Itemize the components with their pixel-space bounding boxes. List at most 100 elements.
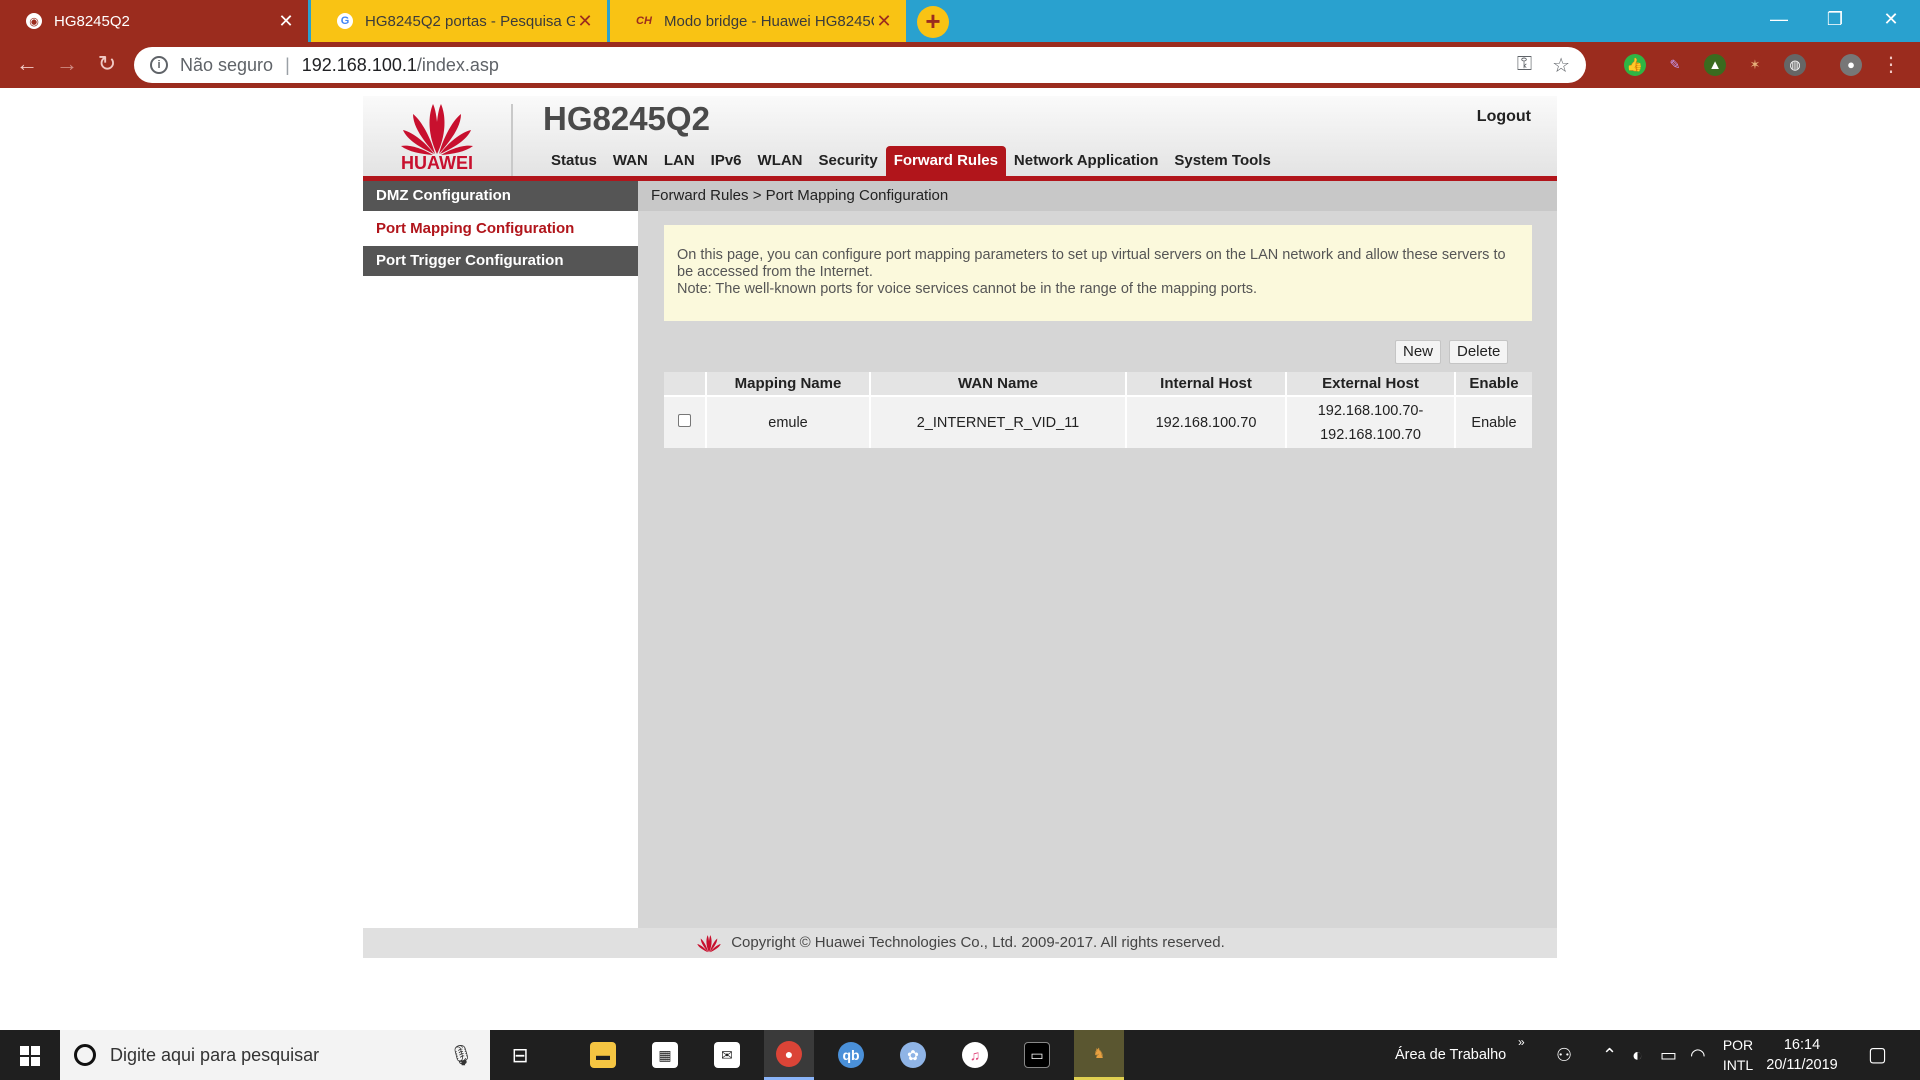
url-host: 192.168.100.1 — [301, 54, 417, 75]
tab-title: Modo bridge - Huawei HG8245Q — [664, 12, 874, 30]
language-code: POR — [1722, 1037, 1754, 1053]
cell-enable: Enable — [1455, 395, 1532, 448]
menu-security[interactable]: Security — [811, 146, 886, 176]
google-icon: G — [337, 13, 353, 29]
new-tab-button[interactable]: + — [917, 6, 949, 38]
info-icon[interactable]: i — [150, 56, 168, 74]
address-bar[interactable]: i Não seguro | 192.168.100.1 /index.asp … — [134, 47, 1586, 83]
restore-icon[interactable]: ❐ — [1806, 0, 1864, 42]
menu-forward-rules[interactable]: Forward Rules — [885, 146, 1006, 176]
menu-lan[interactable]: LAN — [656, 146, 703, 176]
star-icon[interactable]: ☆ — [1552, 53, 1570, 78]
taskbar: Digite aqui para pesquisar 🎙 ⊟ ▬ ▦ ✉ ● q… — [0, 1030, 1920, 1080]
toolbar-expand-icon[interactable]: » — [1518, 1030, 1525, 1080]
column-header-wan-name: WAN Name — [870, 372, 1127, 396]
store-icon[interactable]: ▦ — [640, 1030, 690, 1080]
clock[interactable]: 16:14 20/11/2019 — [1762, 1035, 1842, 1075]
extension-thumb-icon[interactable]: 👍 — [1624, 54, 1646, 76]
column-header-select — [664, 372, 707, 396]
sidebar-item-port-mapping[interactable]: Port Mapping Configuration — [363, 214, 638, 244]
tab-modo-bridge[interactable]: CH Modo bridge - Huawei HG8245Q ✕ — [610, 0, 906, 42]
taskbar-search[interactable]: Digite aqui para pesquisar 🎙 — [60, 1030, 490, 1080]
extension-pen-icon[interactable]: ✎ — [1664, 54, 1686, 76]
sidebar-item-port-trigger[interactable]: Port Trigger Configuration — [363, 246, 638, 276]
steam-icon[interactable]: ◐ — [1632, 1030, 1643, 1080]
notification-icon[interactable]: ▢ — [1868, 1030, 1887, 1080]
main-menu: Status WAN LAN IPv6 WLAN Security Forwar… — [543, 146, 1279, 176]
search-placeholder: Digite aqui para pesquisar — [110, 1044, 320, 1065]
itunes-icon[interactable]: ♫ — [950, 1030, 1000, 1080]
delete-button[interactable]: Delete — [1449, 340, 1509, 364]
desktop-toolbar-label[interactable]: Área de Trabalho — [1395, 1030, 1506, 1080]
extension-globe-icon[interactable]: ◍ — [1784, 54, 1806, 76]
key-icon[interactable]: ⚿ — [1517, 53, 1532, 78]
microphone-icon[interactable]: 🎙 — [449, 1043, 474, 1068]
menu-wan[interactable]: WAN — [605, 146, 656, 176]
table-header-row: Mapping Name WAN Name Internal Host Exte… — [664, 372, 1532, 396]
tab-google-search[interactable]: G HG8245Q2 portas - Pesquisa Goo ✕ — [311, 0, 607, 42]
external-host-start: 192.168.100.70- — [1317, 402, 1424, 419]
menu-ipv6[interactable]: IPv6 — [703, 146, 750, 176]
file-explorer-icon[interactable]: ▬ — [578, 1030, 628, 1080]
start-button[interactable] — [0, 1030, 60, 1080]
back-icon[interactable]: ← — [12, 50, 42, 80]
menu-network-application[interactable]: Network Application — [1006, 146, 1166, 176]
security-label: Não seguro — [180, 54, 274, 75]
main-content: On this page, you can configure port map… — [638, 211, 1557, 928]
profile-avatar[interactable]: ● — [1840, 54, 1862, 76]
close-icon[interactable]: ✕ — [575, 11, 595, 32]
copyright-text: Copyright © Huawei Technologies Co., Ltd… — [731, 934, 1225, 951]
tab-title: HG8245Q2 portas - Pesquisa Goo — [365, 12, 575, 30]
battery-icon[interactable]: ▭ — [1660, 1030, 1677, 1080]
task-view-icon[interactable]: ⊟ — [495, 1030, 545, 1080]
breadcrumb: Forward Rules > Port Mapping Configurati… — [638, 181, 1557, 211]
router-header: HUAWEI HG8245Q2 Logout Status WAN LAN IP… — [363, 96, 1557, 176]
row-checkbox[interactable] — [678, 413, 691, 427]
reload-icon[interactable]: ↻ — [92, 50, 122, 80]
divider: | — [285, 54, 290, 75]
menu-wlan[interactable]: WLAN — [750, 146, 811, 176]
port-mapping-table: Mapping Name WAN Name Internal Host Exte… — [664, 372, 1532, 448]
notice-note: Note: The well-known ports for voice ser… — [677, 281, 1258, 297]
column-header-enable: Enable — [1455, 372, 1532, 396]
minimize-icon[interactable]: — — [1750, 0, 1808, 42]
close-icon[interactable]: ✕ — [874, 11, 894, 32]
emule-icon[interactable]: ♞ — [1074, 1030, 1124, 1080]
extension-puzzle-icon[interactable]: ✶ — [1744, 54, 1766, 76]
clock-time: 16:14 — [1783, 1037, 1821, 1053]
extension-hat-icon[interactable]: ▲ — [1704, 54, 1726, 76]
cell-mapping-name: emule — [706, 395, 871, 448]
clock-date: 20/11/2019 — [1766, 1057, 1838, 1073]
qbittorrent-icon[interactable]: qb — [826, 1030, 876, 1080]
column-header-mapping-name: Mapping Name — [706, 372, 871, 396]
keyboard-layout: INTL — [1722, 1057, 1754, 1073]
sidebar-item-dmz[interactable]: DMZ Configuration — [363, 181, 638, 211]
close-icon[interactable]: ✕ — [276, 11, 296, 32]
browser-toolbar: ← → ↻ i Não seguro | 192.168.100.1 /inde… — [0, 42, 1920, 88]
mail-icon[interactable]: ✉ — [702, 1030, 752, 1080]
tab-hg8245q2[interactable]: ◉ HG8245Q2 ✕ — [0, 0, 308, 42]
people-icon[interactable]: ⚇ — [1556, 1030, 1572, 1080]
paint-icon[interactable]: ✿ — [888, 1030, 938, 1080]
model-title: HG8245Q2 — [543, 100, 710, 137]
forward-icon[interactable]: → — [52, 50, 82, 80]
logout-link[interactable]: Logout — [1477, 108, 1531, 126]
chevron-up-icon[interactable]: ⌃ — [1602, 1030, 1617, 1080]
external-host-end: 192.168.100.70 — [1320, 426, 1421, 443]
menu-system-tools[interactable]: System Tools — [1166, 146, 1278, 176]
menu-icon[interactable]: ⋮ — [1880, 54, 1902, 76]
table-row[interactable]: emule 2_INTERNET_R_VID_11 192.168.100.70… — [664, 395, 1532, 448]
menu-status[interactable]: Status — [543, 146, 605, 176]
divider — [511, 104, 513, 176]
new-button[interactable]: New — [1395, 340, 1442, 364]
language-indicator[interactable]: POR INTL — [1718, 1035, 1758, 1075]
tab-title: HG8245Q2 — [54, 12, 130, 30]
notice-text: On this page, you can configure port map… — [677, 247, 1506, 280]
router-page: HUAWEI HG8245Q2 Logout Status WAN LAN IP… — [363, 96, 1557, 958]
cortana-icon[interactable] — [74, 1044, 96, 1066]
terminal-icon[interactable]: ▭ — [1012, 1030, 1062, 1080]
close-window-icon[interactable]: ✕ — [1862, 0, 1920, 42]
site-icon: CH — [636, 15, 652, 27]
chrome-icon[interactable]: ● — [764, 1030, 814, 1080]
wifi-icon[interactable]: ◠ — [1690, 1030, 1706, 1080]
